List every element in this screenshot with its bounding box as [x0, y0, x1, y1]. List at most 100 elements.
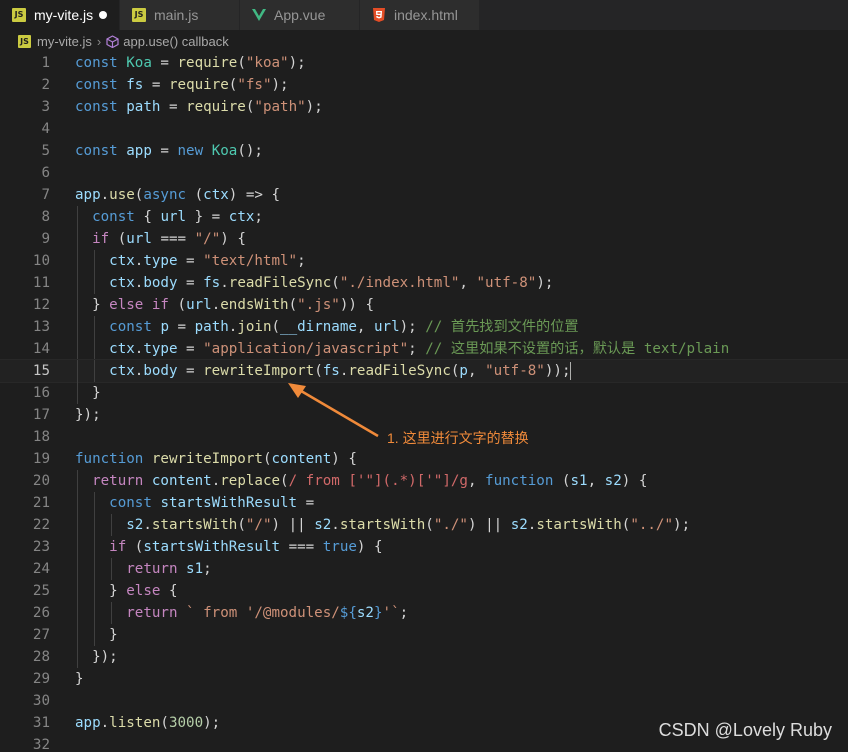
code-text: return s1;	[126, 561, 212, 577]
code-text: ctx.body = fs.readFileSync("./index.html…	[109, 275, 554, 291]
code-line[interactable]: 20 return content.replace(/ from ['"](.*…	[0, 470, 848, 492]
line-number: 17	[32, 407, 50, 423]
code-line[interactable]: 10 ctx.type = "text/html";	[0, 250, 848, 272]
line-number: 27	[32, 627, 50, 643]
tab-label: App.vue	[274, 7, 326, 23]
code-line[interactable]: 28 });	[0, 646, 848, 668]
tab-app-vue[interactable]: App.vue	[240, 0, 360, 30]
line-number: 28	[32, 649, 50, 665]
code-text: ctx.body = rewriteImport(fs.readFileSync…	[109, 362, 572, 380]
code-line[interactable]: 30	[0, 690, 848, 712]
code-line[interactable]: 13 const p = path.join(__dirname, url); …	[0, 316, 848, 338]
line-number: 8	[41, 209, 50, 225]
code-text: const app = new Koa();	[75, 143, 263, 159]
breadcrumb-file[interactable]: my-vite.js	[37, 34, 92, 49]
code-text: const startsWithResult =	[109, 495, 315, 511]
line-number: 10	[32, 253, 50, 269]
code-line[interactable]: 27 }	[0, 624, 848, 646]
code-line[interactable]: 29}	[0, 668, 848, 690]
code-text: const Koa = require("koa");	[75, 55, 306, 71]
line-number: 15	[32, 363, 50, 379]
code-text: const path = require("path");	[75, 99, 323, 115]
line-number: 14	[32, 341, 50, 357]
line-number: 22	[32, 517, 50, 533]
code-text: app.listen(3000);	[75, 715, 221, 731]
code-line[interactable]: 15 ctx.body = rewriteImport(fs.readFileS…	[0, 359, 848, 383]
breadcrumb: JS my-vite.js › app.use() callback	[0, 30, 848, 52]
code-text: const fs = require("fs");	[75, 77, 289, 93]
vue-file-icon	[252, 8, 266, 22]
code-text: });	[75, 649, 118, 665]
code-line[interactable]: 4	[0, 118, 848, 140]
tab-my-vite-js[interactable]: JS my-vite.js	[0, 0, 120, 30]
html5-file-icon	[372, 8, 386, 22]
code-line[interactable]: 1 const Koa = require("koa");	[0, 52, 848, 74]
code-line[interactable]: 26 return ` from '/@modules/${s2}'`;	[0, 602, 848, 624]
code-text: return content.replace(/ from ['"](.*)['…	[92, 473, 648, 489]
code-editor[interactable]: 1 const Koa = require("koa"); 2 const fs = …	[0, 52, 848, 752]
watermark: CSDN @Lovely Ruby	[658, 720, 832, 740]
code-line[interactable]: 16 }	[0, 382, 848, 404]
line-number: 12	[32, 297, 50, 313]
line-number: 18	[32, 429, 50, 445]
code-line[interactable]: 2 const fs = require("fs");	[0, 74, 848, 96]
line-number: 2	[41, 77, 50, 93]
tab-label: main.js	[154, 7, 199, 23]
code-text: const { url } = ctx;	[92, 209, 263, 225]
line-number: 31	[32, 715, 50, 731]
code-line[interactable]: 24 return s1;	[0, 558, 848, 580]
text-cursor	[570, 362, 572, 380]
tab-label: index.html	[394, 7, 458, 23]
line-number: 9	[41, 231, 50, 247]
code-line[interactable]: 25 } else {	[0, 580, 848, 602]
js-file-icon: JS	[132, 8, 146, 22]
code-line[interactable]: 17});	[0, 404, 848, 426]
line-number: 26	[32, 605, 50, 621]
code-line[interactable]: 7 app.use(async (ctx) => {	[0, 184, 848, 206]
code-line[interactable]: 8 const { url } = ctx;	[0, 206, 848, 228]
tab-label: my-vite.js	[34, 7, 94, 23]
code-line[interactable]: 19 function rewriteImport(content) {	[0, 448, 848, 470]
js-file-icon: JS	[12, 8, 26, 22]
code-line[interactable]: 11 ctx.body = fs.readFileSync("./index.h…	[0, 272, 848, 294]
line-number: 32	[32, 737, 50, 752]
code-line[interactable]: 23 if (startsWithResult === true) {	[0, 536, 848, 558]
line-number: 4	[41, 121, 50, 137]
code-line[interactable]: 12 } else if (url.endsWith(".js")) {	[0, 294, 848, 316]
code-text: return ` from '/@modules/${s2}'`;	[126, 605, 409, 621]
line-number: 21	[32, 495, 50, 511]
code-text: ctx.type = "text/html";	[109, 253, 306, 269]
code-text: } else if (url.endsWith(".js")) {	[75, 297, 375, 313]
code-line[interactable]: 6	[0, 162, 848, 184]
line-number: 6	[41, 165, 50, 181]
code-line[interactable]: 5 const app = new Koa();	[0, 140, 848, 162]
tab-main-js[interactable]: JS main.js	[120, 0, 240, 30]
code-line[interactable]: 14 ctx.type = "application/javascript"; …	[0, 338, 848, 360]
code-text: ctx.type = "application/javascript"; // …	[109, 341, 730, 357]
code-line[interactable]: 3 const path = require("path");	[0, 96, 848, 118]
line-number: 29	[32, 671, 50, 687]
line-number: 13	[32, 319, 50, 335]
editor-tab-bar: JS my-vite.js JS main.js App.vue index.h…	[0, 0, 848, 30]
code-text: }	[75, 627, 118, 643]
line-number: 30	[32, 693, 50, 709]
line-number: 1	[41, 55, 50, 71]
line-number: 16	[32, 385, 50, 401]
code-line[interactable]: 22 s2.startsWith("/") || s2.startsWith("…	[0, 514, 848, 536]
code-text: s2.startsWith("/") || s2.startsWith("./"…	[126, 517, 691, 533]
code-line[interactable]: 9 if (url === "/") {	[0, 228, 848, 250]
breadcrumb-symbol[interactable]: app.use() callback	[123, 34, 229, 49]
line-number: 11	[32, 275, 50, 291]
annotation-text: 1. 这里进行文字的替换	[387, 430, 529, 446]
unsaved-dot-icon[interactable]	[99, 11, 107, 19]
symbol-method-icon	[106, 34, 119, 48]
code-text: if (url === "/") {	[92, 231, 246, 247]
tab-index-html[interactable]: index.html	[360, 0, 480, 30]
line-number: 25	[32, 583, 50, 599]
line-number: 3	[41, 99, 50, 115]
code-text: });	[75, 407, 101, 423]
line-number: 7	[41, 187, 50, 203]
code-text: const p = path.join(__dirname, url); // …	[109, 319, 579, 335]
code-text: app.use(async (ctx) => {	[75, 187, 281, 203]
code-line[interactable]: 21 const startsWithResult =	[0, 492, 848, 514]
